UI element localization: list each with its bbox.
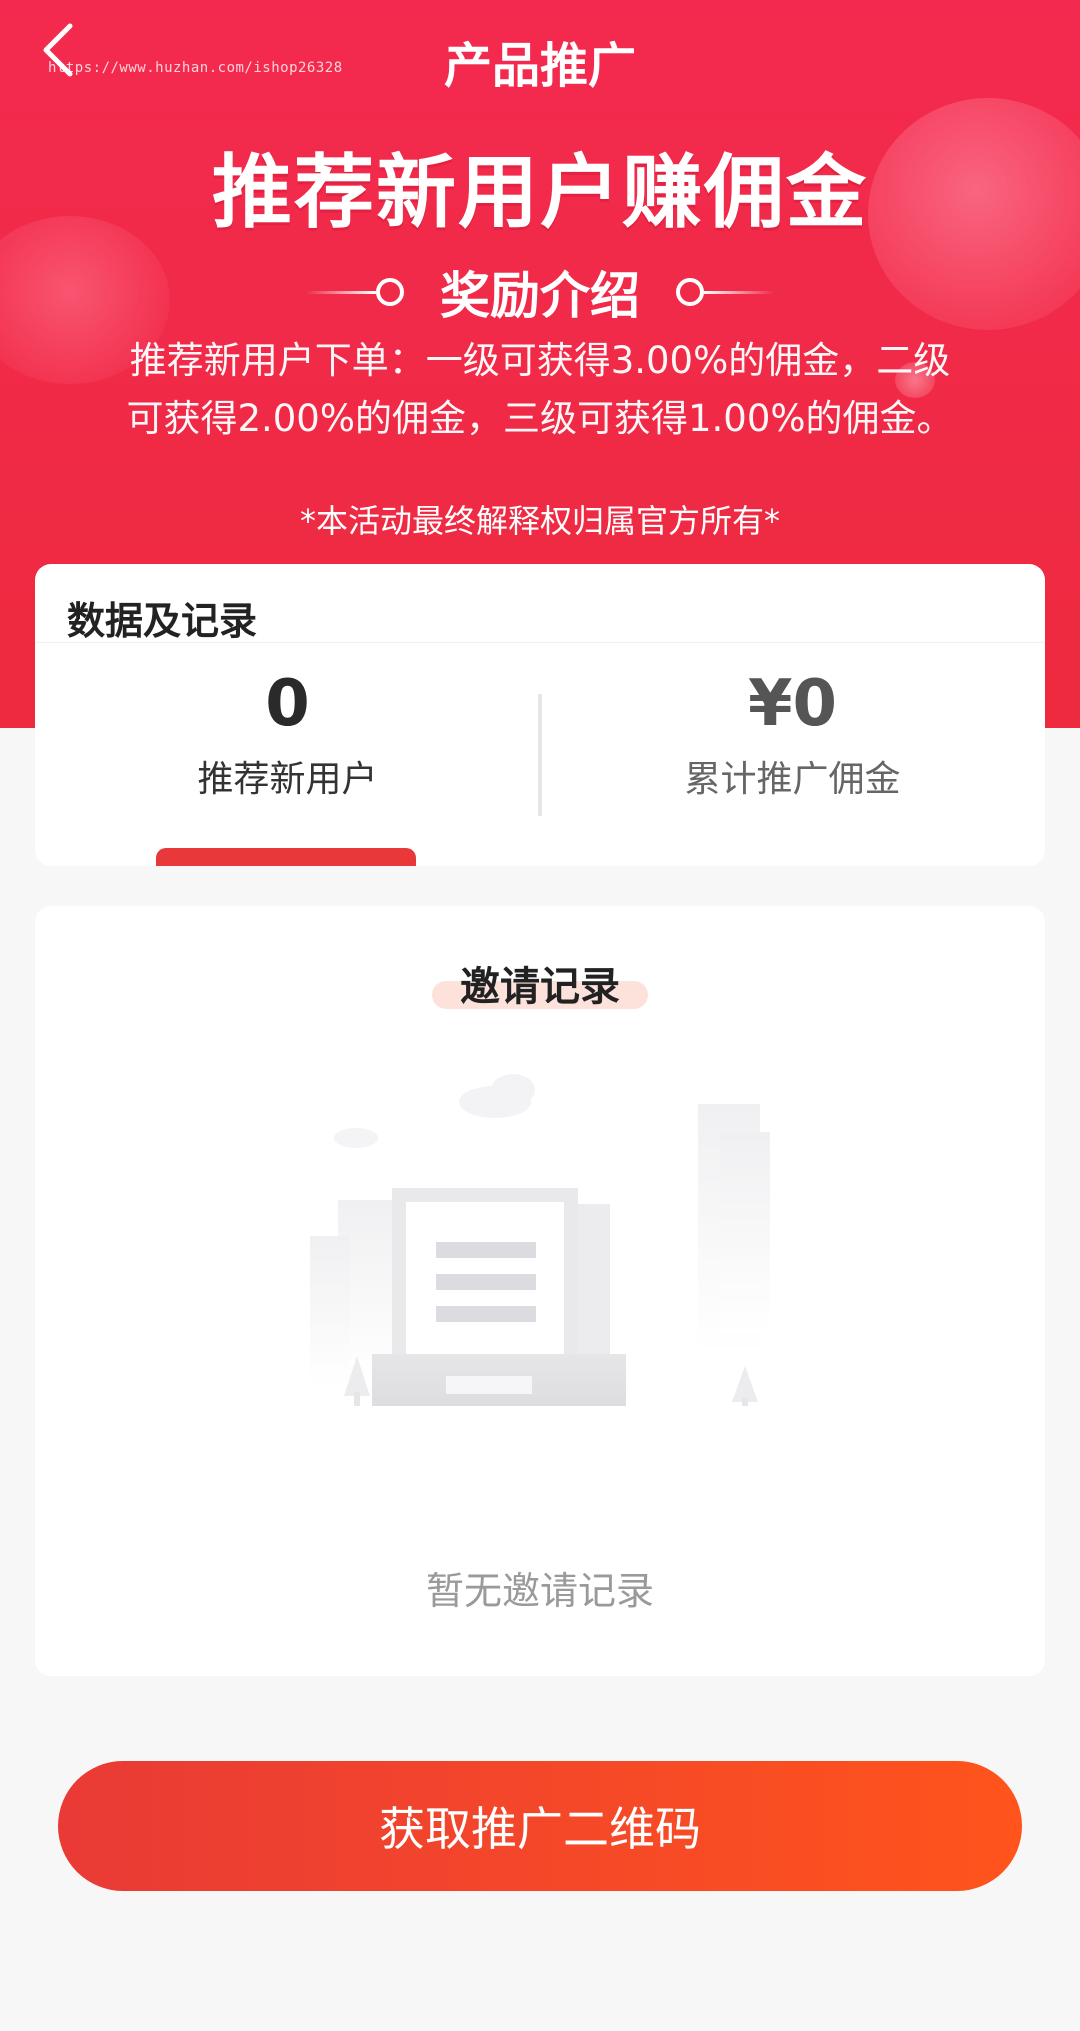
decor-line-right	[676, 278, 774, 306]
reward-section-label: 奖励介绍	[440, 267, 640, 325]
reward-line: 可获得2.00%的佣金，三级可获得1.00%的佣金。	[126, 397, 954, 440]
get-qr-code-button[interactable]: 获取推广二维码	[58, 1761, 1022, 1891]
data-card-title: 数据及记录	[67, 599, 258, 643]
reward-description: 推荐新用户下单：一级可获得3.00%的佣金，二级 可获得2.00%的佣金，三级可…	[90, 332, 990, 448]
page-title: 产品推广	[443, 38, 636, 94]
data-records-card: 数据及记录 0 推荐新用户 ¥0 累计推广佣金	[35, 564, 1045, 866]
invite-card-title: 邀请记录	[460, 964, 620, 1010]
stat-commission[interactable]: ¥0 累计推广佣金	[540, 664, 1045, 802]
commission-amount: ¥0	[747, 667, 838, 741]
promotion-page: https://www.huzhan.com/ishop26328 产品推广 推…	[0, 0, 1080, 2031]
stat-new-users[interactable]: 0 推荐新用户	[35, 664, 540, 802]
invite-records-card: 邀请记录 暂无邀请记录	[35, 906, 1045, 1676]
promo-headline: 推荐新用户赚佣金	[212, 146, 868, 239]
divider	[35, 642, 1045, 643]
empty-records-illustration	[310, 1074, 770, 1406]
decor-line-left	[306, 278, 404, 306]
active-tab-indicator	[156, 848, 416, 866]
new-users-count: 0	[265, 667, 310, 741]
disclaimer-text: *本活动最终解释权归属官方所有*	[299, 502, 780, 540]
new-users-label: 推荐新用户	[197, 759, 378, 800]
reward-line: 推荐新用户下单：一级可获得3.00%的佣金，二级	[129, 339, 951, 382]
reward-section-heading: 奖励介绍	[0, 256, 1080, 328]
commission-label: 累计推广佣金	[684, 759, 901, 800]
empty-state-text: 暂无邀请记录	[425, 1569, 654, 1613]
